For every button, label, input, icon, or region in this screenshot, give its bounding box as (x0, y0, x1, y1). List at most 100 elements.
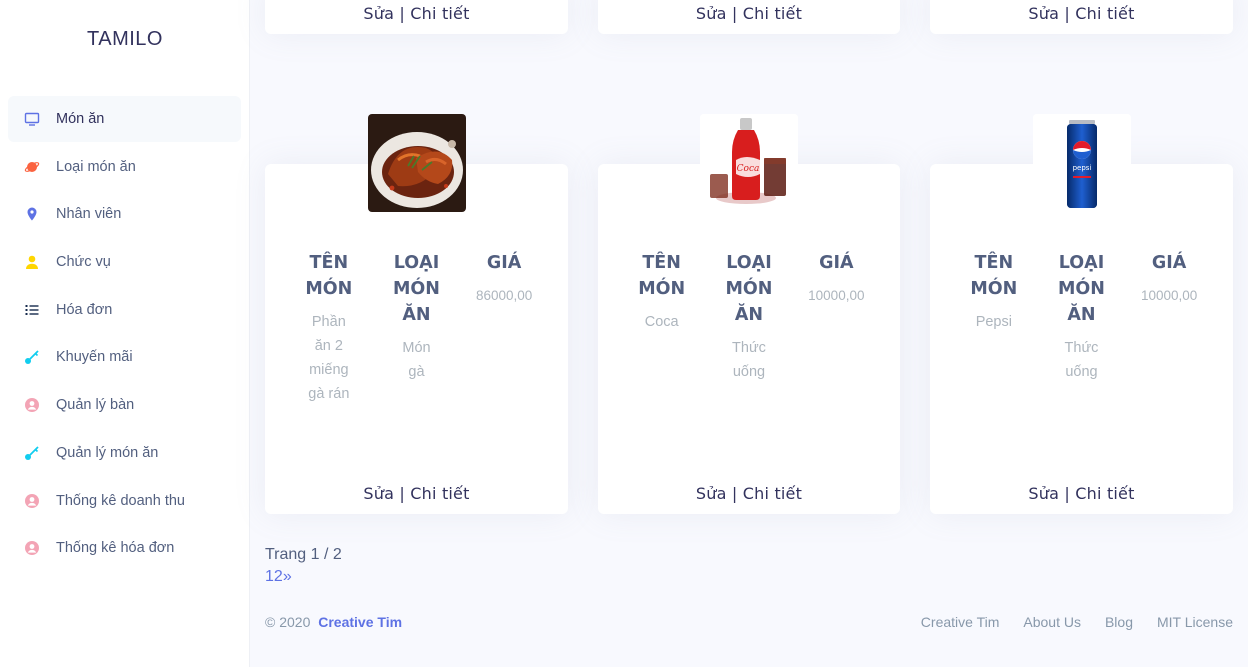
edit-link[interactable]: Sửa (696, 484, 727, 503)
sidebar-item-mon-an[interactable]: Món ăn (8, 96, 241, 142)
type-column: LOẠI MÓN ĂN Món gà (376, 250, 456, 406)
product-card: Sửa | Chi tiết (598, 0, 900, 34)
card-actions: Sửa | Chi tiết (598, 4, 900, 23)
copyright: © 2020 Creative Tim (265, 614, 402, 630)
name-column: TÊN MÓN Pepsi (954, 250, 1034, 384)
type-header: LOẠI MÓN ĂN (1058, 253, 1105, 325)
product-price: 86000,00 (475, 288, 533, 303)
edit-link[interactable]: Sửa (1028, 484, 1059, 503)
sidebar-item-label: Nhân viên (56, 206, 122, 223)
detail-link[interactable]: Chi tiết (1075, 484, 1134, 503)
name-header: TÊN MÓN (305, 253, 353, 299)
coca-cola-image[interactable]: Coca (700, 114, 798, 212)
pepsi-can-image[interactable]: pepsi (1032, 114, 1131, 212)
page-indicator: Trang 1 / 2 (265, 546, 342, 563)
key-icon (24, 349, 40, 365)
pin-icon (24, 206, 40, 222)
product-card: Sửa | Chi tiết (265, 0, 568, 34)
sidebar-item-thong-ke-doanh-thu[interactable]: Thống kê doanh thu (8, 478, 241, 524)
page-link-2[interactable]: 2 (274, 568, 283, 585)
sidebar-item-loai-mon-an[interactable]: Loại món ăn (8, 144, 241, 190)
sidebar-item-nhan-vien[interactable]: Nhân viên (8, 191, 241, 237)
key-icon (24, 445, 40, 461)
product-type: Món gà (402, 340, 431, 380)
svg-text:Coca: Coca (737, 164, 760, 174)
detail-link[interactable]: Chi tiết (410, 484, 469, 503)
price-column: GIÁ 10000,00 (796, 250, 876, 384)
sidebar-item-chuc-vu[interactable]: Chức vụ (8, 239, 241, 285)
fried-chicken-image[interactable] (367, 114, 466, 212)
detail-link[interactable]: Chi tiết (743, 4, 802, 23)
sidebar-item-label: Món ăn (56, 111, 105, 127)
detail-link[interactable]: Chi tiết (1075, 4, 1134, 23)
name-column: TÊN MÓN Coca (622, 250, 702, 384)
product-price: 10000,00 (808, 288, 865, 303)
name-header: TÊN MÓN (970, 253, 1018, 299)
sidebar-item-label: Loại món ăn (56, 158, 136, 175)
svg-text:pepsi: pepsi (1072, 164, 1091, 172)
page-link-1[interactable]: 1 (265, 568, 274, 585)
card-actions: Sửa | Chi tiết (265, 484, 568, 503)
pagination: Trang 1 / 2 12» (265, 546, 342, 586)
card-actions: Sửa | Chi tiết (930, 484, 1233, 503)
product-details: TÊN MÓN Pepsi LOẠI MÓN ĂN Thức uống GIÁ 1000… (930, 250, 1233, 384)
product-card: TÊN MÓN Phần ăn 2 miếng gà rán LOẠI MÓN ĂN Mó… (265, 114, 568, 514)
sidebar-item-label: Hóa đơn (56, 301, 113, 318)
sidebar-item-hoa-don[interactable]: Hóa đơn (8, 287, 241, 333)
brand-logo[interactable]: TAMILO (0, 28, 250, 51)
footer-link-creative-tim[interactable]: Creative Tim (921, 614, 1000, 630)
sidebar: TAMILO Món ăn Loại món ăn Nhân viên Chức… (0, 0, 250, 667)
card-actions: Sửa | Chi tiết (930, 4, 1233, 23)
circle-user-icon (24, 397, 40, 413)
product-name: Phần ăn 2 miếng gà rán (308, 314, 350, 402)
sidebar-item-label: Chức vụ (56, 254, 111, 271)
sidebar-item-label: Thống kê hóa đơn (56, 540, 175, 557)
sidebar-item-thong-ke-hoa-don[interactable]: Thống kê hóa đơn (8, 525, 241, 571)
name-header: TÊN MÓN (638, 253, 686, 299)
tv-icon (24, 111, 40, 127)
action-separator: | (726, 4, 743, 23)
product-card: Coca TÊN MÓN Coca LOẠI MÓN ĂN Thức uống GIÁ (598, 114, 900, 514)
sidebar-item-quan-ly-ban[interactable]: Quản lý bàn (8, 382, 241, 428)
edit-link[interactable]: Sửa (696, 4, 727, 23)
price-column: GIÁ 10000,00 (1129, 250, 1209, 384)
product-price: 10000,00 (1140, 288, 1198, 303)
circle-user-icon (24, 493, 40, 509)
card-actions: Sửa | Chi tiết (265, 4, 568, 23)
product-card: pepsi TÊN MÓN Pepsi LOẠI MÓN ĂN Thức uống GI… (930, 114, 1233, 514)
sidebar-nav: Món ăn Loại món ăn Nhân viên Chức vụ Hóa… (8, 96, 241, 573)
price-column: GIÁ 86000,00 (464, 250, 544, 406)
footer-link-blog[interactable]: Blog (1105, 614, 1133, 630)
type-header: LOẠI MÓN ĂN (393, 253, 440, 325)
action-separator: | (1059, 4, 1076, 23)
price-header: GIÁ (486, 253, 522, 273)
sidebar-item-khuyen-mai[interactable]: Khuyến mãi (8, 334, 241, 380)
circle-user-icon (24, 540, 40, 556)
product-card: Sửa | Chi tiết (930, 0, 1233, 34)
action-separator: | (1059, 484, 1076, 503)
list-icon (24, 302, 40, 318)
edit-link[interactable]: Sửa (363, 484, 394, 503)
sidebar-item-label: Quản lý bàn (56, 397, 135, 414)
action-separator: | (394, 484, 411, 503)
price-header: GIÁ (1151, 253, 1187, 273)
page-links: 12» (265, 568, 342, 586)
footer-link-about-us[interactable]: About Us (1023, 614, 1081, 630)
product-name: Coca (644, 314, 679, 330)
product-type: Thức uống (732, 340, 766, 380)
product-details: TÊN MÓN Phần ăn 2 miếng gà rán LOẠI MÓN ĂN Mó… (265, 250, 568, 406)
card-actions: Sửa | Chi tiết (598, 484, 900, 503)
type-column: LOẠI MÓN ĂN Thức uống (709, 250, 789, 384)
sidebar-item-quan-ly-mon-an[interactable]: Quản lý món ăn (8, 430, 241, 476)
sidebar-item-label: Khuyến mãi (56, 349, 133, 366)
product-name: Pepsi (975, 314, 1012, 330)
next-page-link[interactable]: » (283, 568, 292, 585)
edit-link[interactable]: Sửa (1028, 4, 1059, 23)
footer-brand-link[interactable]: Creative Tim (318, 614, 402, 630)
edit-link[interactable]: Sửa (363, 4, 394, 23)
footer-link-mit-license[interactable]: MIT License (1157, 614, 1233, 630)
name-column: TÊN MÓN Phần ăn 2 miếng gà rán (289, 250, 369, 406)
detail-link[interactable]: Chi tiết (410, 4, 469, 23)
detail-link[interactable]: Chi tiết (743, 484, 802, 503)
action-separator: | (726, 484, 743, 503)
